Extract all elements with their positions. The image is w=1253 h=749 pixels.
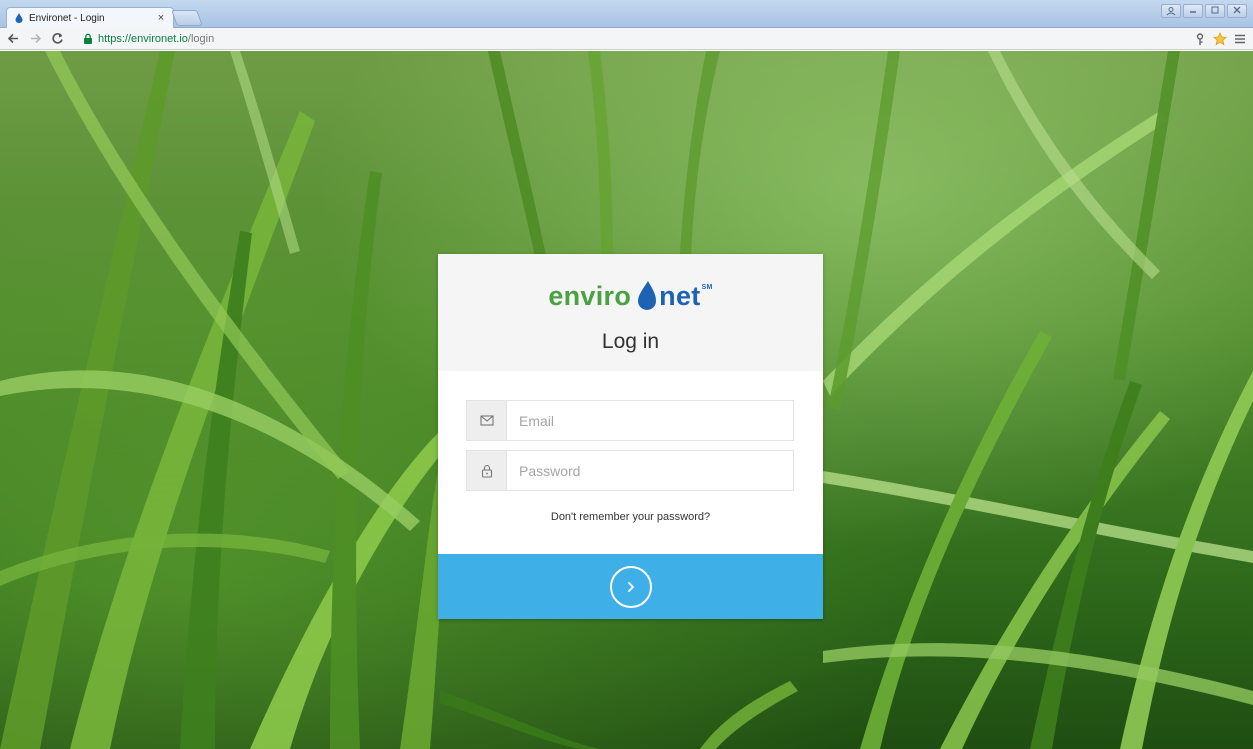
close-window-icon[interactable] [1227, 4, 1247, 18]
browser-tab-bar: Environet - Login × [0, 0, 1253, 28]
environet-logo: enviro net SM [438, 276, 823, 316]
back-icon[interactable] [4, 30, 22, 48]
menu-icon[interactable] [1233, 32, 1247, 46]
login-card: enviro net SM Log in Don't remember your… [438, 254, 823, 619]
login-card-header: enviro net SM Log in [438, 254, 823, 371]
key-icon[interactable] [1193, 32, 1207, 46]
logo-text-enviro: enviro [548, 280, 632, 311]
password-input[interactable] [507, 451, 793, 490]
browser-tab[interactable]: Environet - Login × [6, 7, 174, 28]
window-controls [1161, 4, 1247, 18]
url-path: /login [187, 32, 215, 45]
password-field[interactable] [466, 450, 794, 491]
email-field[interactable] [466, 400, 794, 441]
maximize-icon[interactable] [1205, 4, 1225, 18]
email-input[interactable] [507, 401, 793, 440]
bookmark-star-icon[interactable] [1213, 32, 1227, 46]
user-icon[interactable] [1161, 4, 1181, 18]
minimize-icon[interactable] [1183, 4, 1203, 18]
url-origin: https://environet.io [98, 32, 188, 45]
tab-title: Environet - Login [29, 12, 105, 24]
browser-toolbar: https://environet.io/login [0, 28, 1253, 50]
tab-close-button[interactable]: × [155, 12, 167, 24]
address-bar[interactable]: https://environet.io/login [82, 30, 1192, 47]
new-tab-button[interactable] [171, 10, 203, 26]
reload-icon[interactable] [48, 30, 66, 48]
lock-icon [467, 451, 507, 490]
logo-text-net: net [659, 280, 701, 311]
water-drop-logo-icon [638, 281, 657, 310]
forgot-password-link[interactable]: Don't remember your password? [438, 511, 823, 523]
submit-bar[interactable] [438, 554, 823, 619]
chevron-right-icon [627, 581, 634, 592]
forward-icon[interactable] [26, 30, 44, 48]
envelope-icon [467, 401, 507, 440]
water-drop-icon [15, 13, 23, 23]
toolbar-actions [1193, 30, 1247, 48]
secure-lock-icon [84, 33, 92, 44]
page-title: Log in [601, 330, 660, 353]
logo-service-mark: SM [701, 284, 713, 291]
login-submit-button[interactable] [609, 565, 652, 608]
login-page: enviro net SM Log in Don't remember your… [0, 51, 1253, 749]
